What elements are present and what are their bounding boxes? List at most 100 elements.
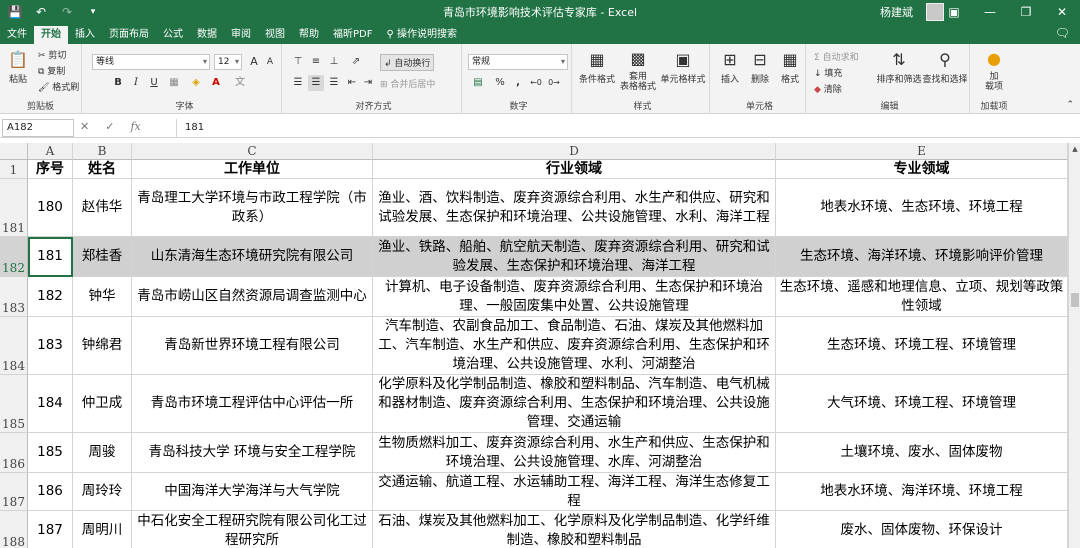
table-cell[interactable]: 183: [28, 317, 73, 375]
align-top-icon[interactable]: ⊤: [290, 54, 306, 70]
vertical-scrollbar[interactable]: ▲: [1068, 143, 1080, 548]
table-cell[interactable]: 生态环境、遥感和地理信息、立项、规划等政策性领域: [776, 277, 1068, 317]
ribbon-display-options-icon[interactable]: ▣: [936, 0, 972, 24]
worksheet-grid[interactable]: A B C D E 1 序号 姓名 工作单位 行业领域 专业领域 181 180 赵伟华 青岛理工大学环境与…: [0, 143, 1068, 548]
table-cell[interactable]: 郑桂香: [73, 237, 132, 277]
addins-button[interactable]: ● 加 载项: [978, 48, 1010, 93]
insert-cells-button[interactable]: ⊞ 插入: [716, 48, 744, 86]
decrease-decimal-icon[interactable]: 0→: [546, 75, 562, 91]
decrease-font-size-button[interactable]: A: [262, 54, 278, 70]
table-cell[interactable]: 赵伟华: [73, 179, 132, 237]
table-cell[interactable]: 186: [28, 473, 73, 511]
table-cell[interactable]: 周明川: [73, 511, 132, 548]
increase-decimal-icon[interactable]: ←0: [528, 75, 544, 91]
table-cell[interactable]: 182: [28, 277, 73, 317]
cancel-icon[interactable]: ✕: [80, 120, 89, 133]
tab-foxit-pdf[interactable]: 福昕PDF: [326, 26, 379, 44]
table-cell[interactable]: 山东清海生态环境研究院有限公司: [132, 237, 373, 277]
bold-button[interactable]: B: [110, 75, 126, 91]
close-icon[interactable]: ✕: [1044, 0, 1080, 24]
format-painter-button[interactable]: 🖌 格式刷: [38, 80, 79, 93]
select-all-button[interactable]: [0, 143, 28, 160]
table-cell[interactable]: 地表水环境、生态环境、环境工程: [776, 179, 1068, 237]
table-cell[interactable]: 青岛科技大学 环境与安全工程学院: [132, 433, 373, 473]
table-cell[interactable]: 184: [28, 375, 73, 433]
collapse-ribbon-icon[interactable]: ⌃: [1066, 100, 1074, 110]
row-header[interactable]: 187: [0, 473, 28, 511]
merge-center-button[interactable]: ⊞ 合并后居中: [380, 77, 435, 90]
scroll-thumb[interactable]: [1071, 293, 1079, 307]
phonetic-icon[interactable]: 文: [232, 75, 248, 91]
save-icon[interactable]: 💾: [6, 3, 24, 21]
table-cell[interactable]: 计算机、电子设备制造、废弃资源综合利用、生态保护和环境治理、一般固废集中处置、公…: [373, 277, 776, 317]
decrease-indent-icon[interactable]: ⇤: [344, 75, 360, 91]
column-title-cell[interactable]: 工作单位: [132, 160, 373, 179]
row-header[interactable]: 183: [0, 277, 28, 317]
column-header-a[interactable]: A: [28, 143, 73, 160]
underline-button[interactable]: U: [146, 75, 162, 91]
fill-color-icon[interactable]: ◈: [188, 75, 204, 91]
tab-data[interactable]: 数据: [190, 26, 224, 44]
align-center-icon[interactable]: ☰: [308, 75, 324, 91]
table-cell[interactable]: 化学原料及化学制品制造、橡胶和塑料制品、汽车制造、电气机械和器材制造、废弃资源综…: [373, 375, 776, 433]
undo-icon[interactable]: ↶: [32, 3, 50, 21]
table-cell[interactable]: 187: [28, 511, 73, 548]
column-header-c[interactable]: C: [132, 143, 373, 160]
table-cell[interactable]: 地表水环境、海洋环境、环境工程: [776, 473, 1068, 511]
column-title-cell[interactable]: 行业领域: [373, 160, 776, 179]
increase-indent-icon[interactable]: ⇥: [360, 75, 376, 91]
row-header[interactable]: 186: [0, 433, 28, 473]
autosum-button[interactable]: Σ 自动求和: [814, 50, 859, 63]
format-cells-button[interactable]: ▦ 格式: [776, 48, 804, 86]
customize-quick-access-icon[interactable]: ▾: [84, 3, 102, 21]
scroll-up-icon[interactable]: ▲: [1069, 143, 1080, 155]
row-header[interactable]: 188: [0, 511, 28, 548]
table-cell[interactable]: 石油、煤炭及其他燃料加工、化学原料及化学制品制造、化学纤维制造、橡胶和塑料制品: [373, 511, 776, 548]
sort-filter-button[interactable]: ⇅ 排序和筛选: [876, 48, 922, 86]
insert-function-icon[interactable]: fx: [130, 120, 140, 133]
column-header-b[interactable]: B: [73, 143, 132, 160]
accounting-format-icon[interactable]: ▤: [470, 75, 486, 91]
table-cell[interactable]: 仲卫成: [73, 375, 132, 433]
table-cell[interactable]: 181: [28, 237, 73, 277]
table-cell[interactable]: 渔业、酒、饮料制造、废弃资源综合利用、水生产和供应、研究和试验发展、生态保护和环…: [373, 179, 776, 237]
name-box[interactable]: A182: [2, 119, 74, 137]
redo-icon[interactable]: ↷: [58, 3, 76, 21]
increase-font-size-button[interactable]: A: [246, 54, 262, 70]
paste-button[interactable]: 📋 粘贴: [4, 48, 32, 86]
user-name[interactable]: 杨建斌: [880, 4, 913, 20]
cut-button[interactable]: ✂ 剪切: [38, 48, 66, 61]
find-select-button[interactable]: ⚲ 查找和选择: [922, 48, 968, 86]
conditional-formatting-button[interactable]: ▦ 条件格式: [578, 48, 616, 86]
table-cell[interactable]: 青岛市崂山区自然资源局调查监测中心: [132, 277, 373, 317]
tab-formulas[interactable]: 公式: [156, 26, 190, 44]
table-cell[interactable]: 青岛新世界环境工程有限公司: [132, 317, 373, 375]
tab-page-layout[interactable]: 页面布局: [102, 26, 156, 44]
align-left-icon[interactable]: ☰: [290, 75, 306, 91]
borders-icon[interactable]: ▦: [166, 75, 182, 91]
minimize-icon[interactable]: —: [972, 0, 1008, 24]
table-cell[interactable]: 中国海洋大学海洋与大气学院: [132, 473, 373, 511]
table-cell[interactable]: 青岛理工大学环境与市政工程学院（市政系）: [132, 179, 373, 237]
font-name-combo[interactable]: 等线 ▾: [92, 54, 210, 70]
column-header-e[interactable]: E: [776, 143, 1068, 160]
comma-style-button[interactable]: ,: [510, 75, 526, 91]
font-color-icon[interactable]: A: [208, 75, 224, 91]
table-cell[interactable]: 渔业、铁路、船舶、航空航天制造、废弃资源综合利用、研究和试验发展、生态保护和环境…: [373, 237, 776, 277]
tab-insert[interactable]: 插入: [68, 26, 102, 44]
restore-icon[interactable]: ❐: [1008, 0, 1044, 24]
copy-button[interactable]: ⧉ 复制: [38, 64, 65, 77]
wrap-text-button[interactable]: ↲ 自动换行: [380, 54, 435, 71]
table-cell[interactable]: 生物质燃料加工、废弃资源综合利用、水生产和供应、生态保护和环境治理、公共设施管理…: [373, 433, 776, 473]
tab-review[interactable]: 审阅: [224, 26, 258, 44]
orientation-icon[interactable]: ⇗: [348, 54, 364, 70]
row-header[interactable]: 1: [0, 160, 28, 179]
table-cell[interactable]: 钟华: [73, 277, 132, 317]
row-header[interactable]: 181: [0, 179, 28, 237]
percent-style-button[interactable]: %: [492, 75, 508, 91]
tab-help[interactable]: 帮助: [292, 26, 326, 44]
tab-file[interactable]: 文件: [0, 26, 34, 44]
cell-styles-button[interactable]: ▣ 单元格样式: [658, 48, 708, 86]
table-cell[interactable]: 大气环境、环境工程、环境管理: [776, 375, 1068, 433]
table-cell[interactable]: 生态环境、环境工程、环境管理: [776, 317, 1068, 375]
